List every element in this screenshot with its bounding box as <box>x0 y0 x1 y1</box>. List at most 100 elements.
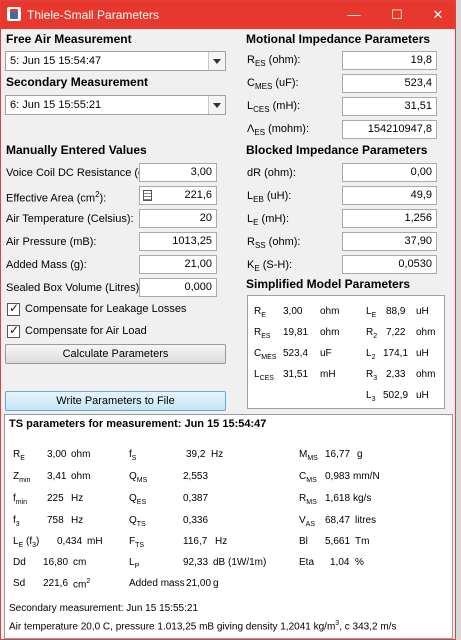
aes-field[interactable]: 154210947,8 <box>342 120 437 139</box>
sm-l3-unit: uH <box>416 390 429 401</box>
secondary-selected: 6: Jun 15 15:55:21 <box>10 99 102 111</box>
ts-rms-unit: kg/s <box>353 493 372 504</box>
dr-label: dR (ohm): <box>247 167 296 179</box>
sm-l3-label: L3 <box>366 390 376 403</box>
ts-cms-label: CMS <box>299 471 317 484</box>
sm-r2-label: R2 <box>366 327 378 340</box>
chevron-down-icon[interactable] <box>208 96 225 114</box>
ts-qts-label: QTS <box>129 515 146 528</box>
ts-fmin-unit: Hz <box>71 493 84 504</box>
dr-field[interactable]: 0,00 <box>342 163 437 182</box>
ts-qes-label: QES <box>129 493 147 506</box>
cmes-field[interactable]: 523,4 <box>342 74 437 93</box>
ts-mms-value: 16,77 <box>325 449 351 460</box>
write-parameters-button[interactable]: Write Parameters to File <box>5 391 226 411</box>
sm-le-label: LE <box>366 306 377 319</box>
lces-field[interactable]: 31,51 <box>342 97 437 116</box>
ts-fts-value: 116,7 <box>183 536 208 547</box>
sm-cmes-label: CMES <box>254 348 277 361</box>
title-bar[interactable]: Thiele-Small Parameters — ☐ ✕ <box>1 1 455 29</box>
ts-fmin-label: fmin <box>13 493 28 506</box>
ts-re-label: RE <box>13 449 25 462</box>
chevron-down-icon[interactable] <box>208 52 225 70</box>
ts-added-mass-label: Added mass <box>129 578 185 589</box>
sm-re-value: 3,00 <box>283 306 303 317</box>
ts-mms-label: MMS <box>299 449 318 462</box>
rss-field[interactable]: 37,90 <box>342 232 437 251</box>
leakage-checkbox[interactable] <box>7 301 20 316</box>
ts-qts-value: 0,336 <box>183 515 209 526</box>
sm-l2-unit: uH <box>416 348 429 359</box>
leakage-label: Compensate for Leakage Losses <box>25 303 187 315</box>
ts-fs-value: 39,2 <box>186 449 206 460</box>
ts-eta-unit: % <box>355 557 364 568</box>
sealed-box-field[interactable]: 0,000 <box>139 278 217 297</box>
ts-vas-unit: litres <box>355 515 377 526</box>
leb-field[interactable]: 49,9 <box>342 186 437 205</box>
le-field[interactable]: 1,256 <box>342 209 437 228</box>
sealed-box-label: Sealed Box Volume (Litres): <box>6 282 143 294</box>
air-temp-field[interactable]: 20 <box>139 209 217 228</box>
voice-coil-field[interactable]: 3,00 <box>139 163 217 182</box>
ts-fs-unit: Hz <box>211 449 224 460</box>
air-load-label: Compensate for Air Load <box>25 325 147 337</box>
sm-cmes-unit: uF <box>320 348 332 359</box>
air-load-checkbox[interactable] <box>7 323 20 338</box>
res-label: RES (ohm): <box>247 54 301 69</box>
simplified-model-panel: RE 3,00 ohm RES 19,81 ohm CMES 523,4 uF … <box>247 295 445 409</box>
effective-area-field[interactable]: 221,6 <box>139 186 217 205</box>
secondary-select[interactable]: 6: Jun 15 15:55:21 <box>5 95 226 115</box>
sm-lces-unit: mH <box>320 369 336 380</box>
calculator-icon[interactable] <box>143 190 152 201</box>
ts-lp-value: 92,33 <box>183 557 209 568</box>
sm-lces-label: LCES <box>254 369 274 382</box>
ts-f3-unit: Hz <box>71 515 84 526</box>
ts-dd-value: 16,80 <box>43 557 69 568</box>
close-button[interactable]: ✕ <box>424 5 452 25</box>
window-title: Thiele-Small Parameters <box>27 8 160 22</box>
rss-label: RSS (ohm): <box>247 236 301 251</box>
sm-res-label: RES <box>254 327 271 340</box>
minimize-button[interactable]: — <box>340 5 368 25</box>
sm-r2-unit: ohm <box>416 327 436 338</box>
aes-label: ΛES (mohm): <box>247 123 310 138</box>
ts-lef3-label: LE (f3) <box>13 536 40 549</box>
added-mass-field[interactable]: 21,00 <box>139 255 217 274</box>
ts-cms-value: 0,983 <box>325 471 351 482</box>
secondary-heading: Secondary Measurement <box>6 75 149 89</box>
air-temp-label: Air Temperature (Celsius): <box>6 213 134 225</box>
sm-cmes-value: 523,4 <box>283 348 309 359</box>
ts-sd-label: Sd <box>13 578 26 589</box>
ts-re-value: 3,00 <box>47 449 67 460</box>
air-pressure-field[interactable]: 1013,25 <box>139 232 217 251</box>
air-pressure-label: Air Pressure (mB): <box>6 236 97 248</box>
sm-le-unit: uH <box>416 306 429 317</box>
ts-heading: TS parameters for measurement: Jun 15 15… <box>9 418 267 430</box>
ts-f3-value: 758 <box>47 515 64 526</box>
ts-lef3-unit: mH <box>87 536 103 547</box>
maximize-button[interactable]: ☐ <box>383 5 411 25</box>
ts-zmin-label: Zmin <box>13 471 31 484</box>
ke-label: KE (S-H): <box>247 259 293 274</box>
ts-qms-label: QMS <box>129 471 148 484</box>
sm-re-unit: ohm <box>320 306 340 317</box>
simplified-heading: Simplified Model Parameters <box>246 277 411 291</box>
res-field[interactable]: 19,8 <box>342 51 437 70</box>
sm-l3-value: 502,9 <box>383 390 409 401</box>
ts-lp-label: LP <box>129 557 140 570</box>
ts-parameters-panel: TS parameters for measurement: Jun 15 15… <box>4 414 453 639</box>
leb-label: LEB (uH): <box>247 190 292 205</box>
sm-r2-value: 7,22 <box>386 327 406 338</box>
ts-re-unit: ohm <box>71 449 91 460</box>
ts-fts-label: FTS <box>129 536 145 549</box>
manual-heading: Manually Entered Values <box>6 143 147 157</box>
ke-field[interactable]: 0,0530 <box>342 255 437 274</box>
sm-r3-value: 2,33 <box>386 369 406 380</box>
ts-mms-unit: g <box>357 449 363 460</box>
calculate-parameters-button[interactable]: Calculate Parameters <box>5 344 226 364</box>
java-app-icon <box>7 7 21 21</box>
ts-qes-value: 0,387 <box>183 493 209 504</box>
ts-vas-value: 68,47 <box>325 515 351 526</box>
ts-vas-label: VAS <box>299 515 316 528</box>
free-air-select[interactable]: 5: Jun 15 15:54:47 <box>5 51 226 71</box>
